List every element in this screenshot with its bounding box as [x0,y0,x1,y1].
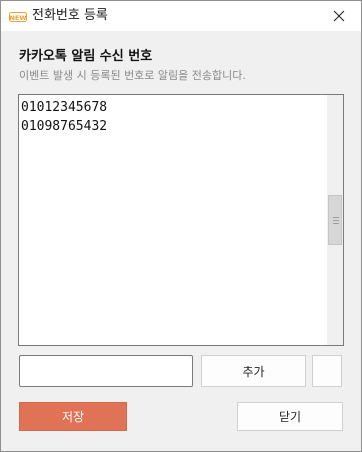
scrollbar-thumb[interactable] [328,195,342,245]
list-item[interactable]: 01098765432 [21,117,325,136]
new-badge-icon: NEW [9,9,27,23]
phone-number-list[interactable]: 01012345678 01098765432 [18,94,344,346]
title-bar[interactable]: NEW 전화번호 등록 [1,1,361,31]
vertical-scrollbar[interactable] [327,95,343,345]
svg-text:NEW: NEW [9,14,26,22]
window-title: 전화번호 등록 [32,8,108,23]
grip-line [333,217,339,218]
section-heading: 카카오톡 알림 수신 번호 [19,49,153,64]
add-button[interactable]: 추가 [201,355,306,387]
delete-button[interactable] [312,355,342,387]
close-icon [333,7,345,26]
dialog-content: 카카오톡 알림 수신 번호 이벤트 발생 시 등록된 번호로 알림을 전송합니다… [1,31,361,451]
close-window-button[interactable] [317,1,361,31]
dialog-window: NEW 전화번호 등록 카카오톡 알림 수신 번호 이벤트 발생 시 등록된 번… [0,0,362,452]
section-description: 이벤트 발생 시 등록된 번호로 알림을 전송합니다. [19,69,246,82]
grip-line [333,223,339,224]
save-button[interactable]: 저장 [19,402,127,431]
phone-number-input[interactable] [19,355,193,387]
list-item[interactable]: 01012345678 [21,98,325,117]
close-button[interactable]: 닫기 [237,402,343,431]
grip-line [333,220,339,221]
phone-list-items: 01012345678 01098765432 [21,98,325,136]
